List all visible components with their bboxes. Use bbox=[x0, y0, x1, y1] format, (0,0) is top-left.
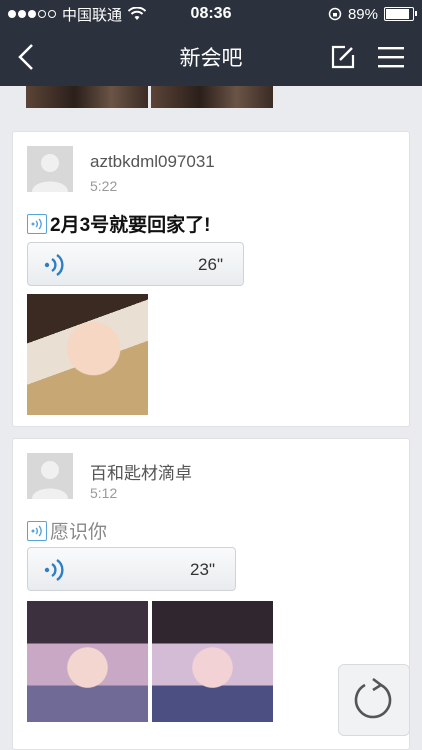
top-bar: 中国联通 08:36 89% 新会吧 bbox=[0, 0, 422, 86]
voice-post-icon bbox=[27, 213, 47, 234]
post-photo[interactable] bbox=[152, 601, 273, 722]
post-time: 5:22 bbox=[90, 178, 118, 194]
menu-icon[interactable] bbox=[378, 46, 404, 68]
voice-duration: 23" bbox=[190, 560, 215, 579]
compose-icon[interactable] bbox=[330, 44, 356, 70]
signal-strength-icon bbox=[8, 10, 56, 18]
voice-duration: 26" bbox=[198, 255, 223, 274]
post-photo[interactable] bbox=[27, 601, 148, 722]
nav-bar: 新会吧 bbox=[0, 28, 422, 86]
post-photo[interactable] bbox=[27, 294, 148, 415]
back-arrow-icon[interactable] bbox=[14, 42, 38, 72]
wifi-icon bbox=[128, 7, 147, 20]
post-time: 5:12 bbox=[90, 485, 118, 501]
post-card[interactable]: aztbkdml097031 5:22 2月3号就要回家了! 26" bbox=[12, 131, 410, 427]
battery-percent: 89% bbox=[347, 5, 378, 23]
post-username[interactable]: 百和匙材滴卓 bbox=[90, 459, 192, 484]
post-title-line[interactable]: 愿识你 bbox=[27, 517, 107, 544]
battery-icon bbox=[384, 7, 417, 21]
voice-message-button[interactable]: 26" bbox=[27, 242, 244, 286]
photo-thumbnail[interactable] bbox=[151, 86, 273, 108]
photo-thumbnail[interactable] bbox=[26, 86, 148, 108]
clock: 08:36 bbox=[190, 5, 232, 22]
rotation-lock-icon bbox=[328, 7, 342, 21]
voice-message-button[interactable]: 23" bbox=[27, 547, 236, 591]
post-username[interactable]: aztbkdml097031 bbox=[90, 152, 215, 172]
refresh-button[interactable] bbox=[338, 664, 410, 736]
page-title: 新会吧 bbox=[179, 47, 243, 70]
post-feed[interactable]: aztbkdml097031 5:22 2月3号就要回家了! 26" 百和匙材滴… bbox=[0, 86, 422, 750]
avatar[interactable] bbox=[27, 453, 73, 499]
voice-post-icon bbox=[27, 520, 47, 541]
sound-wave-icon bbox=[44, 254, 64, 276]
sound-wave-icon bbox=[44, 559, 64, 581]
status-bar: 中国联通 08:36 89% bbox=[0, 0, 422, 28]
avatar[interactable] bbox=[27, 146, 73, 192]
refresh-icon bbox=[354, 677, 392, 719]
post-title: 愿识你 bbox=[50, 522, 108, 543]
post-title-line[interactable]: 2月3号就要回家了! bbox=[27, 210, 210, 237]
post-title: 2月3号就要回家了! bbox=[50, 215, 211, 236]
previous-post-photos bbox=[26, 86, 273, 108]
carrier-name: 中国联通 bbox=[62, 6, 123, 24]
